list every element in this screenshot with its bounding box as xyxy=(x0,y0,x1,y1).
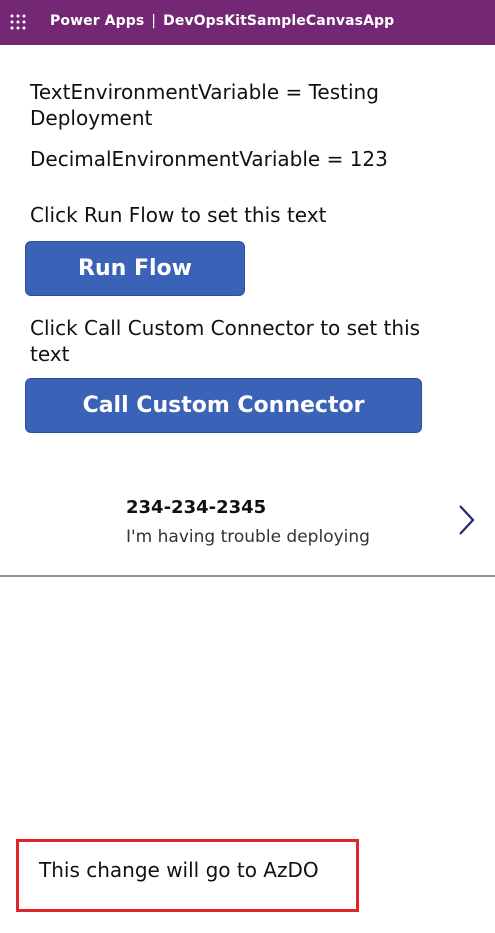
custom-connector-prompt: Click Call Custom Connector to set this … xyxy=(30,316,421,366)
run-flow-prompt: Click Run Flow to set this text xyxy=(30,203,327,227)
gallery-item-title: 234-234-2345 xyxy=(126,497,267,518)
text-environment-variable-label: TextEnvironmentVariable = Testing Deploy… xyxy=(30,80,379,130)
highlighted-note-box: This change will go to AzDO xyxy=(16,839,359,912)
gallery-divider xyxy=(0,575,495,577)
brand-name: Power Apps xyxy=(50,13,145,29)
app-title: Power Apps | DevOpsKitSampleCanvasApp xyxy=(50,13,394,29)
run-flow-button[interactable]: Run Flow xyxy=(25,241,245,296)
azdo-note-label: This change will go to AzDO xyxy=(39,858,319,882)
waffle-grid-icon[interactable] xyxy=(10,14,26,30)
app-name: DevOpsKitSampleCanvasApp xyxy=(163,13,395,29)
gallery-item-subtitle: I'm having trouble deploying xyxy=(126,527,370,547)
app-header: Power Apps | DevOpsKitSampleCanvasApp xyxy=(0,0,495,45)
call-custom-connector-button[interactable]: Call Custom Connector xyxy=(25,378,422,433)
decimal-environment-variable-label: DecimalEnvironmentVariable = 123 xyxy=(30,147,388,171)
gallery-item[interactable]: 234-234-2345 I'm having trouble deployin… xyxy=(0,470,495,576)
title-separator: | xyxy=(151,13,157,29)
chevron-right-icon[interactable] xyxy=(456,503,476,537)
